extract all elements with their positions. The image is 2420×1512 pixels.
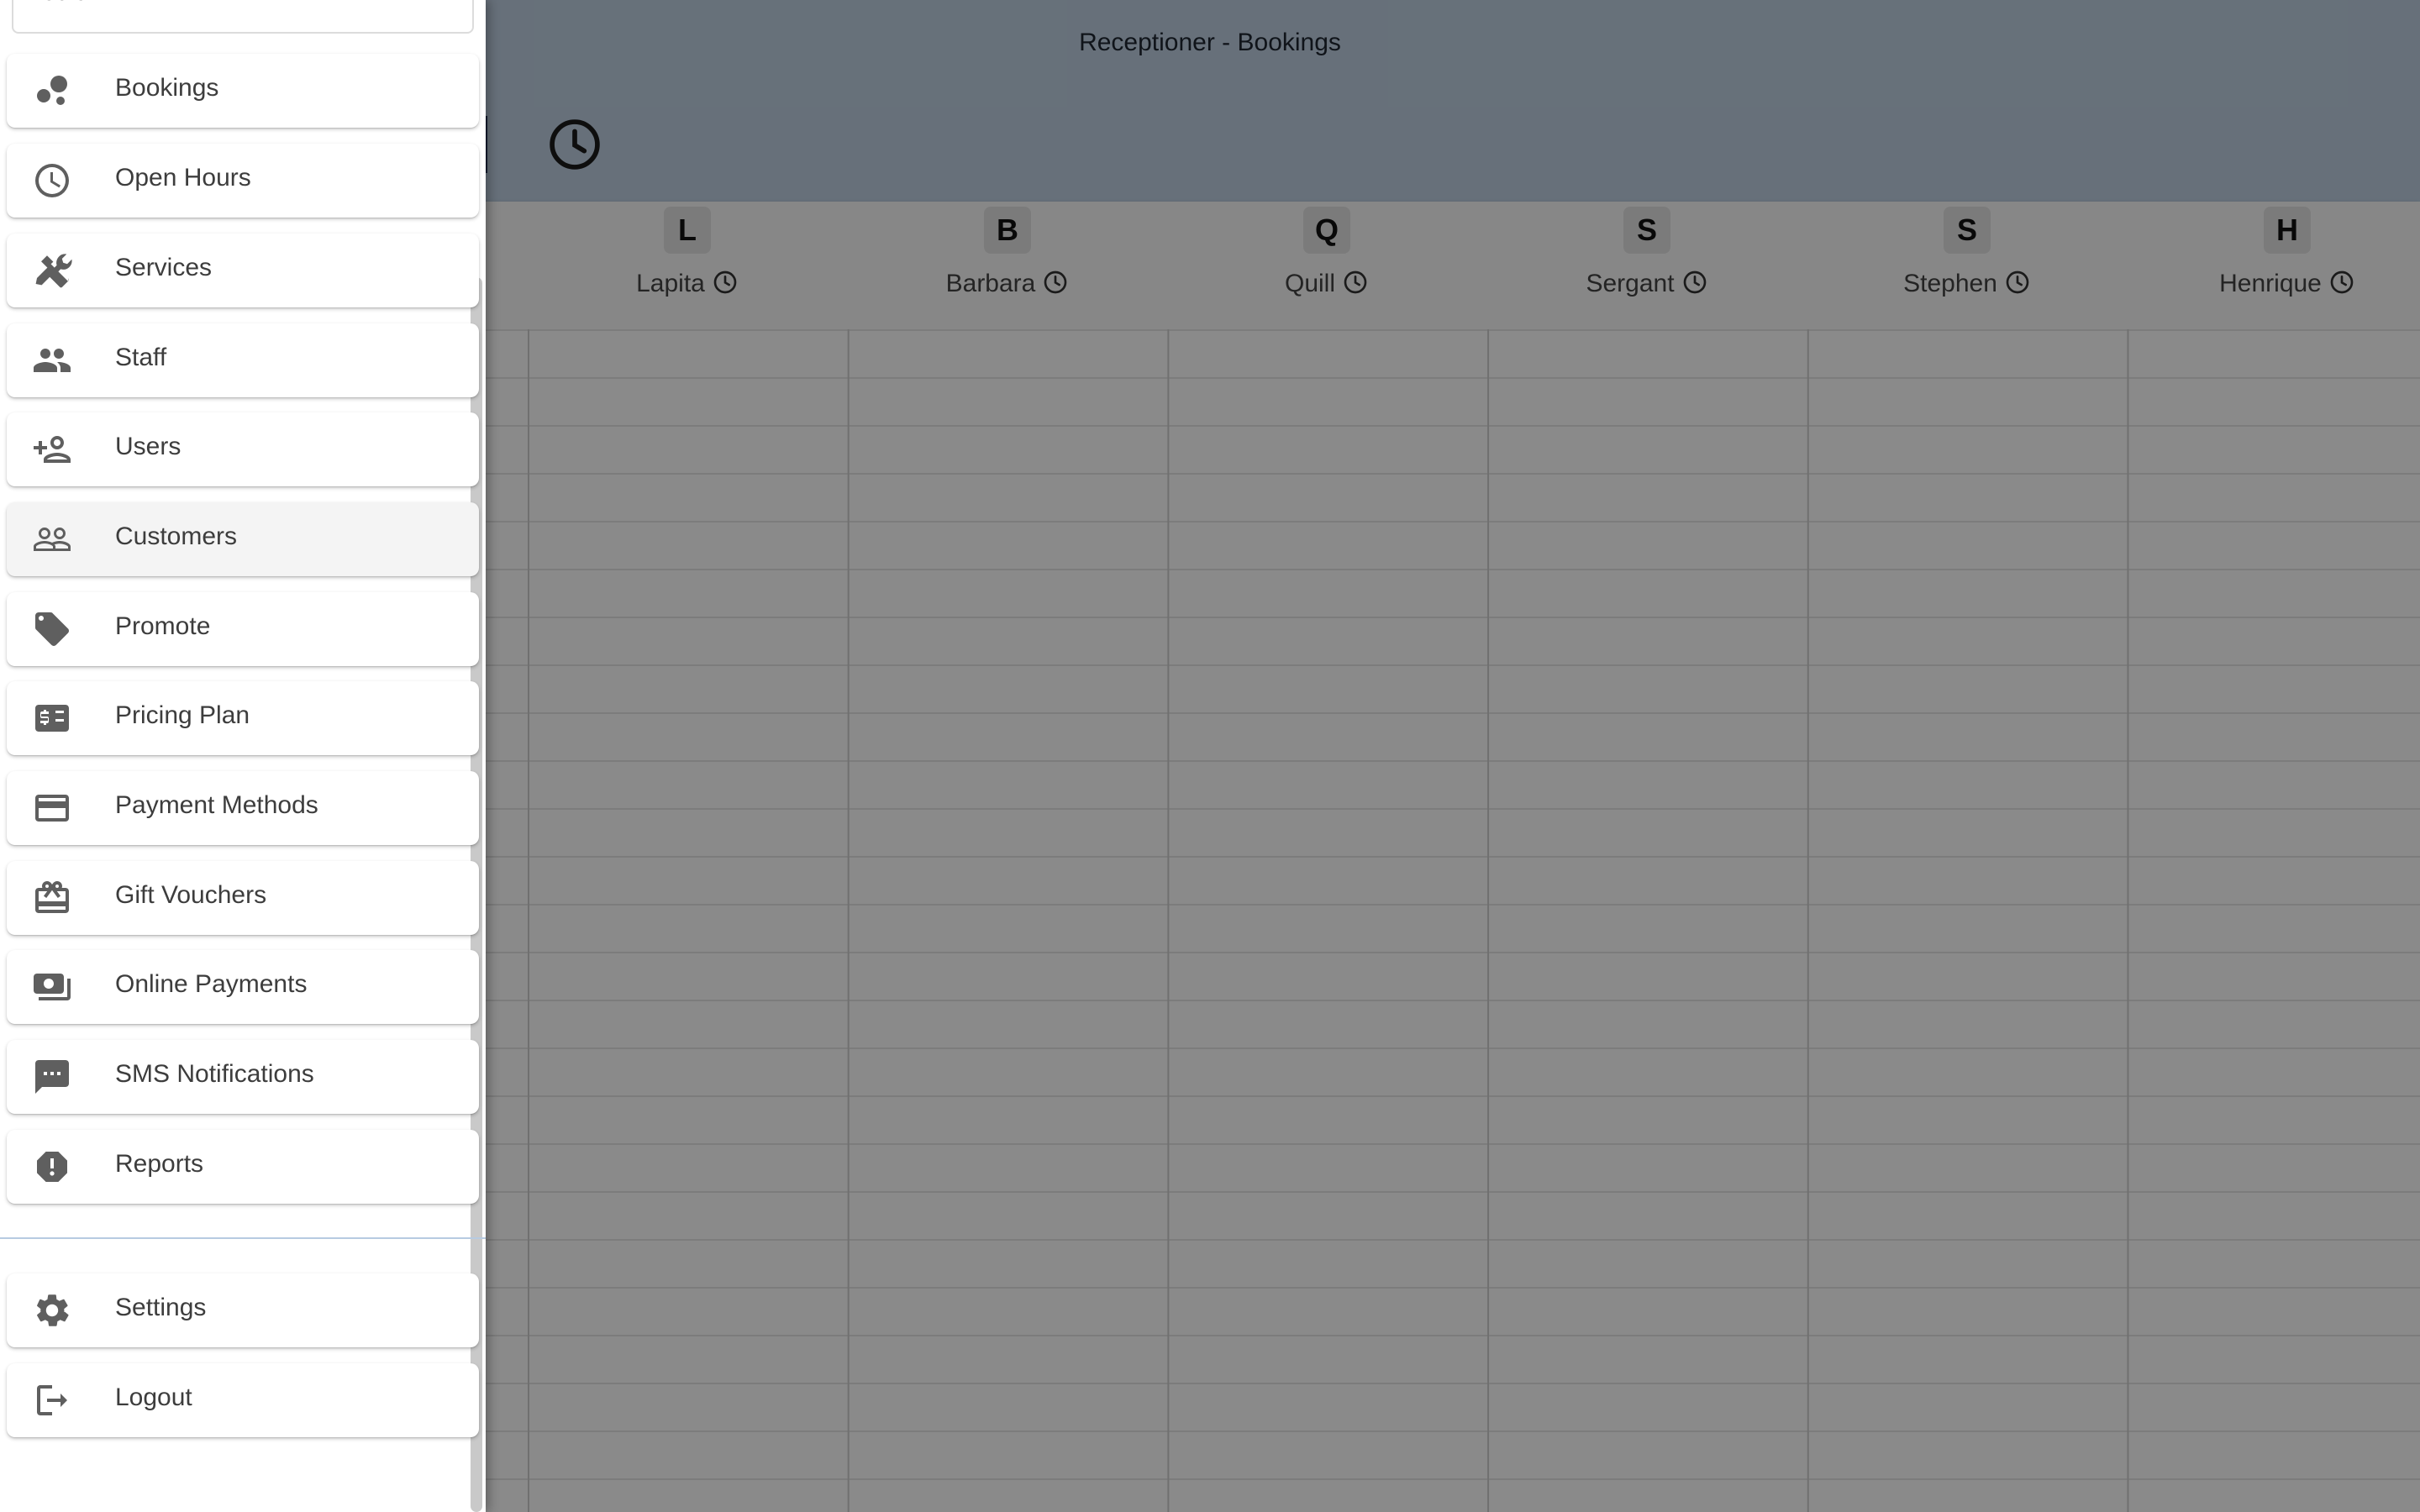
menu-item-label: Users bbox=[115, 433, 182, 460]
menu-item-label: Online Payments bbox=[115, 970, 308, 998]
tools-icon bbox=[32, 250, 72, 291]
menu-item-promote[interactable]: Promote bbox=[7, 592, 479, 666]
menu-item-label: Bookings bbox=[115, 74, 219, 102]
menu-item-label: Services bbox=[115, 254, 213, 281]
menu-item-gift-vouchers[interactable]: Gift Vouchers bbox=[7, 861, 479, 935]
menu-divider bbox=[0, 1237, 486, 1239]
menu-item-bookings[interactable]: Bookings bbox=[7, 54, 479, 128]
menu-item-pricing-plan[interactable]: Pricing Plan bbox=[7, 681, 479, 755]
credit-card-icon bbox=[32, 788, 72, 828]
gift-card-icon bbox=[32, 878, 72, 918]
tag-icon bbox=[32, 609, 72, 649]
gear-icon bbox=[32, 1290, 72, 1331]
money-icon bbox=[32, 698, 72, 738]
navigation-drawer: redlam ▾ Bookings Open Hours Services St… bbox=[0, 0, 486, 1512]
menu-item-label: Open Hours bbox=[115, 164, 251, 192]
person-add-icon bbox=[32, 429, 72, 470]
menu-item-payment-methods[interactable]: Payment Methods bbox=[7, 771, 479, 845]
people-icon bbox=[32, 340, 72, 381]
menu-item-customers[interactable]: Customers bbox=[7, 502, 479, 576]
menu-item-label: Logout bbox=[115, 1383, 192, 1411]
menu-item-label: Reports bbox=[115, 1150, 204, 1178]
people-outline-icon bbox=[32, 519, 72, 559]
payments-icon bbox=[32, 967, 72, 1007]
menu-item-label: Promote bbox=[115, 612, 211, 640]
store-select-value: redlam bbox=[34, 0, 111, 7]
menu-item-users[interactable]: Users bbox=[7, 412, 479, 486]
menu-item-label: Payment Methods bbox=[115, 791, 318, 819]
clock-icon bbox=[32, 160, 72, 201]
menu-item-settings[interactable]: Settings bbox=[7, 1273, 479, 1347]
store-select[interactable]: redlam ▾ bbox=[12, 0, 474, 34]
menu-item-online-payments[interactable]: Online Payments bbox=[7, 950, 479, 1024]
menu-item-services[interactable]: Services bbox=[7, 234, 479, 307]
bubbles-icon bbox=[32, 71, 72, 111]
menu-item-label: SMS Notifications bbox=[115, 1060, 314, 1088]
menu-item-label: Customers bbox=[115, 522, 238, 550]
menu-item-logout[interactable]: Logout bbox=[7, 1363, 479, 1437]
menu-item-staff[interactable]: Staff bbox=[7, 323, 479, 397]
menu-item-label: Pricing Plan bbox=[115, 701, 250, 729]
menu-item-sms-notifications[interactable]: SMS Notifications bbox=[7, 1040, 479, 1114]
sms-icon bbox=[32, 1057, 72, 1097]
logout-icon bbox=[32, 1380, 72, 1420]
menu-item-open-hours[interactable]: Open Hours bbox=[7, 144, 479, 218]
menu-item-reports[interactable]: Reports bbox=[7, 1130, 479, 1204]
report-icon bbox=[32, 1147, 72, 1187]
menu-item-label: Staff bbox=[115, 344, 167, 371]
menu-item-label: Gift Vouchers bbox=[115, 881, 267, 909]
menu-item-label: Settings bbox=[115, 1294, 207, 1321]
